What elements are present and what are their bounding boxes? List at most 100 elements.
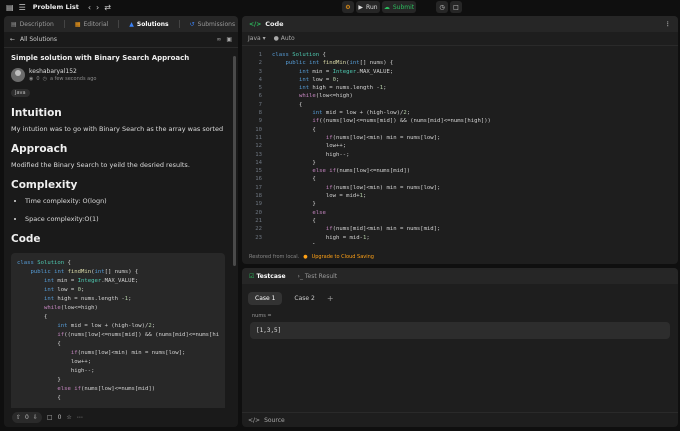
auto-toggle[interactable]: ● Auto (274, 35, 295, 42)
code-editor[interactable]: 1 2 3 4 5 6 7 8 9 10 11 12 13 14 15 16 17 18 19 20 21 22 23 cl… (242, 49, 678, 244)
more-icon[interactable]: ⋮ (665, 20, 672, 28)
content-scrollbar[interactable] (233, 56, 236, 266)
cloud-upload-icon: ☁ (383, 3, 390, 11)
expand-icon[interactable]: ▣ (226, 36, 232, 43)
author-name[interactable]: keshabaryal152 (29, 68, 96, 75)
downvote-icon[interactable]: ⇩ (33, 414, 38, 421)
link-icon[interactable]: ∞ (216, 36, 221, 43)
top-right-tools: ◷ □ (436, 1, 462, 13)
tab-label: Description (19, 20, 54, 28)
language-tag[interactable]: Java (11, 89, 30, 97)
run-button[interactable]: ▶ Run (356, 1, 380, 13)
tab-editorial[interactable]: ▦ Editorial (75, 21, 108, 28)
line-number: 21 (255, 217, 262, 224)
editor-code[interactable]: class Solution { public int findMin(int[… (272, 51, 491, 244)
language-value: Java (248, 35, 261, 42)
language-select[interactable]: Java ▾ (248, 35, 266, 42)
left-panel: ▤ Description ▦ Editorial ▲ Solutions ↺ Subm… (4, 16, 238, 427)
bug-icon: ⚙ (345, 3, 351, 11)
nums-input[interactable]: [1,3,5] (250, 322, 670, 339)
tab-description[interactable]: ▤ Description (11, 21, 54, 28)
line-number: 7 (258, 101, 262, 108)
eye-icon: ◉ (29, 76, 34, 82)
line-number: 2 (258, 60, 262, 67)
testcase-footer: </> Source (242, 412, 678, 427)
tab-divider (178, 20, 180, 28)
line-number: 19 (255, 201, 262, 208)
code-panel-title: Code (265, 20, 284, 28)
upvote-count: 0 (25, 414, 29, 421)
list-item: Space complexity:O(1) (25, 215, 225, 223)
tab-solutions[interactable]: ▲ Solutions (129, 21, 168, 28)
comment-icon[interactable]: □ (47, 414, 53, 421)
code-icon: </> (249, 20, 262, 28)
tab-test-result[interactable]: ›_ Test Result (298, 273, 338, 280)
checkbox-icon: ☑ (249, 272, 255, 280)
list-item: Time complexity: O(logn) (25, 197, 225, 205)
solution-title: Simple solution with Binary Search Appro… (11, 54, 190, 62)
all-solutions-link[interactable]: All Solutions (20, 36, 57, 43)
tab-divider (63, 20, 65, 28)
line-number: 3 (258, 68, 262, 75)
debug-button[interactable]: ⚙ (342, 1, 354, 13)
clock-icon: ◷ (42, 76, 47, 82)
code-icon: </> (248, 416, 261, 424)
vote-pill: ⇧ 0 ⇩ (12, 412, 42, 423)
lock-icon: ● (303, 254, 308, 260)
run-label: Run (366, 3, 378, 11)
logo-icon[interactable]: ▤ (6, 3, 14, 12)
author-meta: ◉ 0 ◷ a few seconds ago (29, 76, 96, 82)
list-icon[interactable]: ☰ (19, 3, 26, 12)
line-number: 18 (255, 193, 262, 200)
line-number: 11 (255, 134, 262, 141)
case-2-tab[interactable]: Case 2 (287, 292, 321, 305)
note-icon: □ (453, 3, 459, 11)
top-bar: ▤ ☰ Problem List ‹ › ⇄ ⚙ ▶ Run ☁ Submit ◷ … (0, 0, 680, 14)
problem-list-link[interactable]: Problem List (33, 3, 79, 11)
line-number: 9 (258, 118, 262, 125)
line-numbers: 1 2 3 4 5 6 7 8 9 10 11 12 13 14 15 16 17 18 19 20 21 22 23 (242, 51, 262, 242)
solution-code-block: class Solution { public int findMin(int[… (11, 253, 225, 408)
left-tabs: ▤ Description ▦ Editorial ▲ Solutions ↺ Subm… (4, 16, 238, 32)
upgrade-link[interactable]: Upgrade to Cloud Saving (312, 254, 374, 260)
run-controls: ⚙ ▶ Run ☁ Submit (342, 1, 416, 13)
notes-button[interactable]: □ (450, 1, 462, 13)
lock-icon: ● (273, 35, 279, 42)
tab-testcase[interactable]: ☑ Testcase (249, 273, 286, 280)
source-link[interactable]: Source (264, 417, 285, 424)
subheader-actions: ∞ ▣ (216, 36, 232, 43)
add-case-icon[interactable]: + (327, 294, 334, 303)
document-icon: ▤ (11, 20, 17, 28)
line-number: 16 (255, 176, 262, 183)
shuffle-icon[interactable]: ⇄ (104, 3, 111, 12)
submit-button[interactable]: ☁ Submit (382, 1, 416, 13)
time-ago: a few seconds ago (49, 76, 97, 82)
back-arrow-icon[interactable]: ← (10, 36, 15, 43)
solution-actions-bar: ⇧ 0 ⇩ □ 0 ☆ ⋯ (4, 408, 238, 427)
code-panel-header: </> Code ⋮ (242, 16, 678, 32)
more-icon[interactable]: ⋯ (77, 414, 83, 421)
tab-label: Test Result (304, 272, 338, 280)
clock-icon: ◷ (439, 3, 445, 11)
line-number: 6 (258, 93, 262, 100)
timer-button[interactable]: ◷ (436, 1, 448, 13)
line-number: 4 (258, 76, 262, 83)
chevron-right-icon[interactable]: › (96, 3, 99, 12)
editor-toolbar: Java ▾ ● Auto (242, 32, 678, 46)
case-1-tab[interactable]: Case 1 (248, 292, 283, 305)
star-icon[interactable]: ☆ (66, 414, 71, 421)
upvote-icon[interactable]: ⇧ (16, 414, 21, 421)
tab-divider (118, 20, 120, 28)
chevron-left-icon[interactable]: ‹ (88, 3, 91, 12)
tab-label: Editorial (83, 20, 109, 28)
author-block: keshabaryal152 ◉ 0 ◷ a few seconds ago (11, 68, 225, 82)
avatar[interactable] (11, 68, 25, 82)
line-number: 1 (258, 52, 262, 58)
play-icon: ▶ (358, 3, 364, 11)
book-icon: ▦ (74, 20, 81, 28)
line-number: 20 (255, 209, 262, 216)
complexity-list: Time complexity: O(logn) Space complexit… (11, 197, 225, 223)
tab-submissions[interactable]: ↺ Submissions (190, 21, 235, 28)
intuition-text: My intution was to go with Binary Search… (11, 125, 224, 133)
line-number: 14 (255, 159, 262, 166)
